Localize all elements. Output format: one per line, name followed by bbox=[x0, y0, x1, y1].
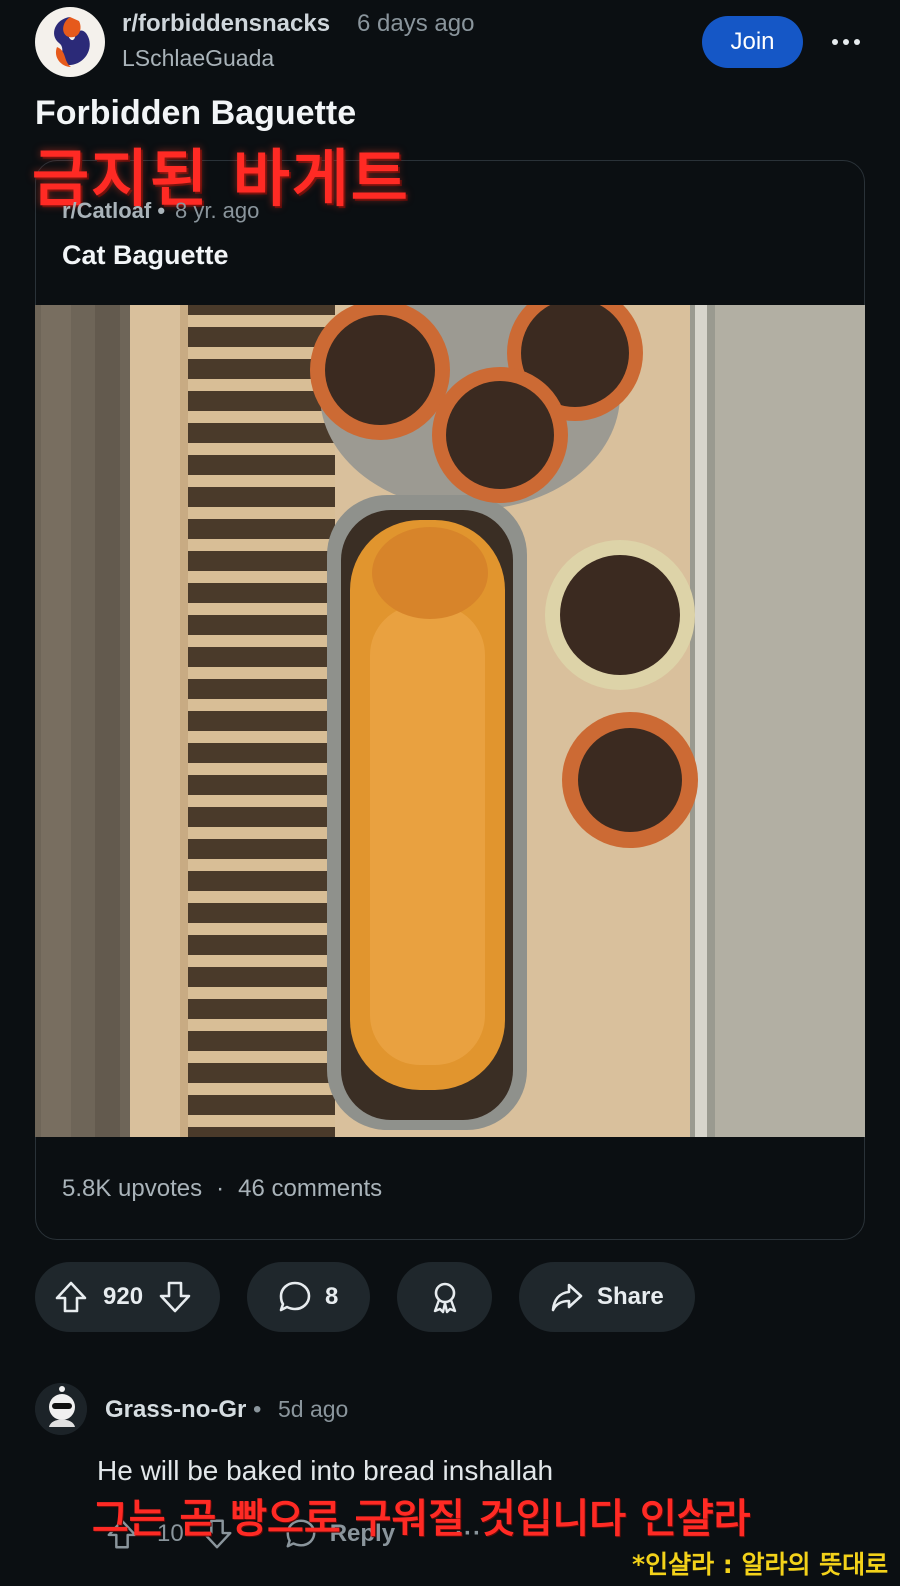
post-score: 920 bbox=[103, 1283, 144, 1310]
upvote-icon[interactable] bbox=[53, 1279, 89, 1315]
share-label: Share bbox=[597, 1283, 664, 1310]
more-horizontal-icon[interactable] bbox=[826, 22, 866, 62]
separator-dot: • bbox=[157, 198, 166, 223]
crosspost-time: 8 yr. ago bbox=[175, 198, 260, 223]
downvote-icon[interactable] bbox=[157, 1279, 193, 1315]
comment-time: 5d ago bbox=[278, 1396, 349, 1422]
share-icon bbox=[549, 1279, 585, 1315]
crosspost-title: Cat Baguette bbox=[62, 240, 229, 270]
upvote-count: 5.8K upvotes bbox=[62, 1175, 203, 1202]
vote-control: 920 bbox=[35, 1262, 220, 1332]
join-button[interactable]: Join bbox=[702, 16, 803, 68]
comment-icon bbox=[277, 1279, 313, 1315]
award-icon bbox=[427, 1279, 463, 1315]
separator-dot: · bbox=[216, 1175, 225, 1202]
share-button[interactable]: Share bbox=[519, 1262, 695, 1332]
comment-count-label: 8 bbox=[325, 1283, 339, 1310]
post-image[interactable] bbox=[35, 305, 865, 1137]
post-author[interactable]: LSchlaeGuada bbox=[122, 45, 274, 72]
translation-footnote: *인샬라 : 알라의 뜻대로 bbox=[632, 1550, 889, 1579]
comment-count: 46 comments bbox=[238, 1175, 383, 1202]
comment-translation-caption: 그는 곧 빵으로 구워질 것입니다 인샬라 bbox=[92, 1496, 751, 1542]
crosspost-subreddit[interactable]: r/Catloaf • bbox=[62, 198, 165, 224]
post-time: 6 days ago bbox=[357, 10, 475, 37]
comment-body: He will be baked into bread inshallah bbox=[97, 1455, 554, 1486]
crosspost-stats: 5.8K upvotes · 46 comments bbox=[62, 1175, 382, 1203]
comments-button[interactable]: 8 bbox=[247, 1262, 370, 1332]
subreddit-avatar[interactable] bbox=[35, 7, 105, 77]
subreddit-name[interactable]: r/forbiddensnacks bbox=[122, 10, 330, 38]
separator-dot: • bbox=[253, 1396, 262, 1423]
commenter-avatar[interactable] bbox=[35, 1383, 87, 1435]
award-button[interactable] bbox=[397, 1262, 492, 1332]
comment-author[interactable]: Grass-no-Gr • bbox=[105, 1396, 261, 1424]
